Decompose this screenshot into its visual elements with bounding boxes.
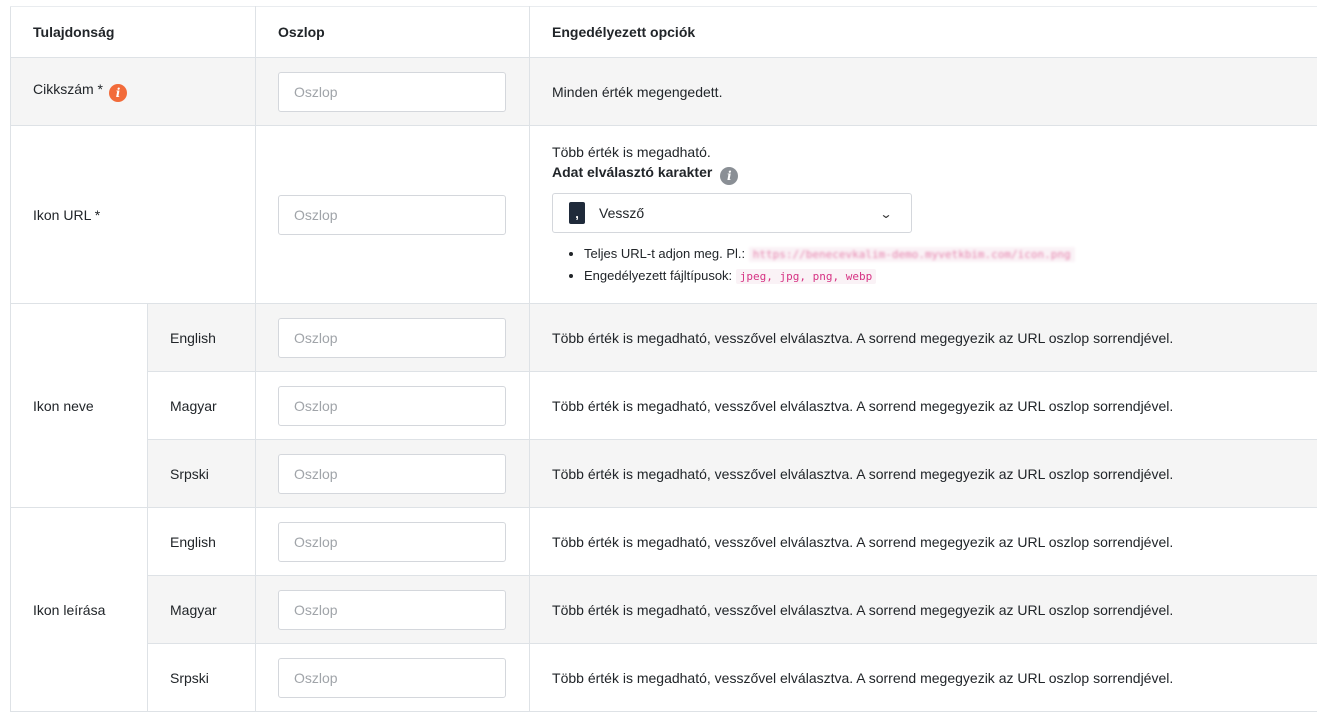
column-input-sku[interactable] [278, 72, 506, 112]
table-row-icon-desc-sr: Srpski Több érték is megadható, vesszőve… [11, 644, 1317, 712]
column-cell [256, 576, 530, 644]
lang-label: Magyar [148, 372, 256, 440]
required-info-icon[interactable]: i [109, 84, 127, 102]
multi-value-text: Több érték is megadható. [552, 142, 1317, 162]
separator-select[interactable]: , Vessző ⌄ [552, 193, 912, 233]
property-label-sku: Cikkszám * [33, 81, 103, 97]
property-cell-icon-name: Ikon neve [11, 304, 148, 508]
chevron-down-icon: ⌄ [879, 204, 892, 224]
separator-badge: , [569, 202, 585, 224]
header-allowed-options: Engedélyezett opciók [530, 7, 1317, 58]
info-icon[interactable]: i [720, 167, 738, 185]
table-row-icon-name-sr: Srpski Több érték is megadható, vesszőve… [11, 440, 1317, 508]
column-cell [256, 644, 530, 712]
hint-types-label: Engedélyezett fájltípusok: [584, 268, 732, 283]
desc-multi: Több érték is megadható, vesszővel elvál… [530, 372, 1317, 440]
column-cell [256, 440, 530, 508]
options-cell-icon-url: Több érték is megadható. Adat elválasztó… [530, 126, 1317, 304]
icon-url-options: Több érték is megadható. Adat elválasztó… [552, 142, 1317, 287]
desc-multi: Több érték is megadható, vesszővel elvál… [530, 576, 1317, 644]
column-cell [256, 372, 530, 440]
table-header-row: Tulajdonság Oszlop Engedélyezett opciók [11, 7, 1317, 58]
property-label-icon-url: Ikon URL * [33, 207, 100, 223]
column-input-icon-desc-sr[interactable] [278, 658, 506, 698]
property-cell-icon-url: Ikon URL * [11, 126, 256, 304]
column-input-icon-name-hu[interactable] [278, 386, 506, 426]
desc-sku: Minden érték megengedett. [530, 58, 1317, 126]
table-row-icon-name-hu: Magyar Több érték is megadható, vesszőve… [11, 372, 1317, 440]
property-cell-sku: Cikkszám * i [11, 58, 256, 126]
column-input-icon-name-sr[interactable] [278, 454, 506, 494]
column-cell [256, 508, 530, 576]
property-cell-icon-desc: Ikon leírása [11, 508, 148, 712]
desc-multi: Több érték is megadható, vesszővel elvál… [530, 440, 1317, 508]
column-input-icon-url[interactable] [278, 195, 506, 235]
lang-label: English [148, 508, 256, 576]
column-input-icon-desc-hu[interactable] [278, 590, 506, 630]
separator-title: Adat elválasztó karakter i [552, 162, 1317, 185]
hint-url-label: Teljes URL-t adjon meg. Pl.: [584, 246, 745, 261]
hint-url-example: https://benecevkalim-demo.myvetkbim.com/… [749, 247, 1075, 262]
desc-multi: Több érték is megadható, vesszővel elvál… [530, 304, 1317, 372]
column-cell-icon-url [256, 126, 530, 304]
separator-value: Vessző [599, 203, 644, 223]
separator-title-text: Adat elválasztó karakter [552, 164, 712, 180]
header-column: Oszlop [256, 7, 530, 58]
property-label-icon-name: Ikon neve [33, 398, 94, 414]
column-cell [256, 304, 530, 372]
table-row-icon-name-en: Ikon neve English Több érték is megadhat… [11, 304, 1317, 372]
property-label-icon-desc: Ikon leírása [33, 602, 105, 618]
table-row-sku: Cikkszám * i Minden érték megengedett. [11, 58, 1317, 126]
lang-label: English [148, 304, 256, 372]
lang-label: Srpski [148, 644, 256, 712]
column-input-icon-name-en[interactable] [278, 318, 506, 358]
table-row-icon-url: Ikon URL * Több érték is megadható. Adat… [11, 126, 1317, 304]
icon-url-hints: Teljes URL-t adjon meg. Pl.: https://ben… [552, 243, 1317, 287]
header-property: Tulajdonság [11, 7, 256, 58]
table-row-icon-desc-en: Ikon leírása English Több érték is megad… [11, 508, 1317, 576]
lang-label: Srpski [148, 440, 256, 508]
field-mapping-table: Tulajdonság Oszlop Engedélyezett opciók … [10, 6, 1317, 712]
desc-multi: Több érték is megadható, vesszővel elvál… [530, 644, 1317, 712]
hint-types: Engedélyezett fájltípusok: jpeg, jpg, pn… [584, 265, 1317, 287]
column-input-icon-desc-en[interactable] [278, 522, 506, 562]
column-cell-sku [256, 58, 530, 126]
lang-label: Magyar [148, 576, 256, 644]
hint-url: Teljes URL-t adjon meg. Pl.: https://ben… [584, 243, 1317, 265]
hint-types-value: jpeg, jpg, png, webp [736, 269, 876, 284]
table-row-icon-desc-hu: Magyar Több érték is megadható, vesszőve… [11, 576, 1317, 644]
desc-multi: Több érték is megadható, vesszővel elvál… [530, 508, 1317, 576]
